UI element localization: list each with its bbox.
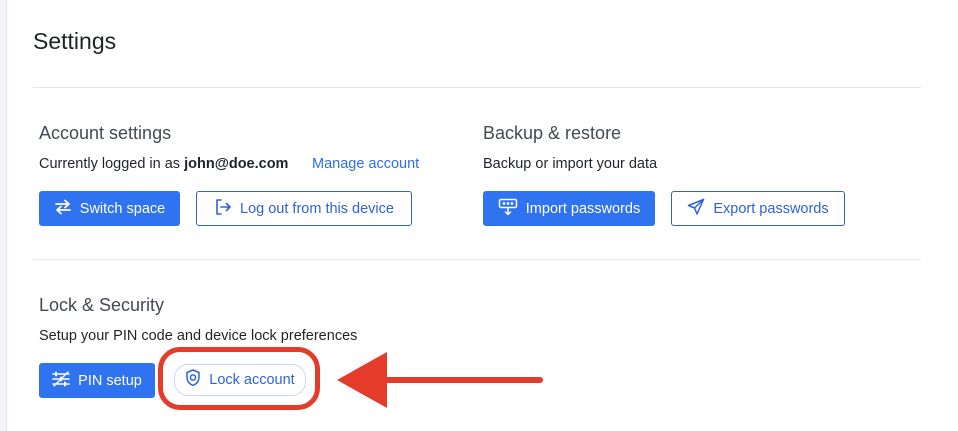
pin-setup-label: PIN setup: [78, 372, 142, 389]
manage-account-link[interactable]: Manage account: [312, 156, 419, 172]
security-description: Setup your PIN code and device lock pref…: [39, 328, 358, 344]
backup-restore-heading: Backup & restore: [483, 123, 622, 143]
export-passwords-button[interactable]: Export passwords: [671, 191, 845, 226]
import-passwords-button[interactable]: Import passwords: [483, 191, 655, 226]
switch-space-button[interactable]: Switch space: [39, 191, 180, 226]
switch-space-label: Switch space: [79, 200, 166, 217]
pin-setup-button[interactable]: PIN setup: [39, 363, 155, 398]
logout-button[interactable]: Log out from this device: [196, 191, 412, 226]
lock-account-label: Lock account: [209, 372, 295, 388]
account-email: john@doe.com: [184, 156, 289, 172]
import-passwords-label: Import passwords: [525, 200, 641, 217]
page-title: Settings: [33, 28, 117, 54]
export-passwords-label: Export passwords: [713, 200, 829, 217]
logged-in-prefix: Currently logged in as: [39, 156, 181, 172]
account-settings-heading: Account settings: [39, 123, 172, 143]
logout-label: Log out from this device: [240, 200, 394, 217]
switch-icon: [54, 199, 72, 219]
backup-description: Backup or import your data: [483, 156, 658, 172]
logged-in-text: Currently logged in as john@doe.com: [39, 156, 288, 172]
import-icon: [498, 198, 518, 220]
annotation-arrow: [335, 350, 545, 410]
lock-account-button[interactable]: Lock account: [174, 364, 306, 396]
lock-security-heading: Lock & Security: [39, 295, 165, 315]
logout-icon: [214, 198, 232, 220]
shield-icon: [185, 369, 201, 391]
divider: [33, 87, 921, 88]
divider: [33, 259, 921, 260]
send-icon: [687, 198, 705, 220]
pin-icon: [52, 370, 70, 391]
